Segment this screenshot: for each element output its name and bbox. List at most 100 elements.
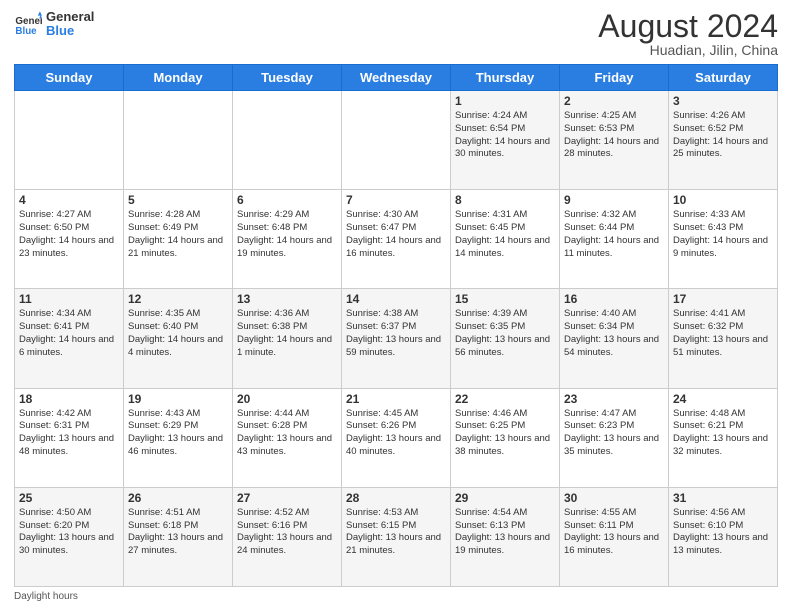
cell-content: Sunrise: 4:51 AM Sunset: 6:18 PM Dayligh… xyxy=(128,507,228,558)
cell-content: Sunrise: 4:38 AM Sunset: 6:37 PM Dayligh… xyxy=(346,308,446,359)
calendar-cell: 12 Sunrise: 4:35 AM Sunset: 6:40 PM Dayli… xyxy=(124,289,233,388)
calendar-cell: 7 Sunrise: 4:30 AM Sunset: 6:47 PM Daylig… xyxy=(342,190,451,289)
cell-content: Sunrise: 4:35 AM Sunset: 6:40 PM Dayligh… xyxy=(128,308,228,359)
cell-content: Sunrise: 4:26 AM Sunset: 6:52 PM Dayligh… xyxy=(673,110,773,161)
calendar-cell: 16Sunrise: 4:40 AM Sunset: 6:34 PM Dayli… xyxy=(560,289,669,388)
month-year: August 2024 xyxy=(598,10,778,42)
cell-content: Sunrise: 4:42 AM Sunset: 6:31 PM Dayligh… xyxy=(19,408,119,459)
logo: General Blue General Blue xyxy=(14,10,94,39)
calendar-header-cell: Monday xyxy=(124,65,233,91)
day-number: 1 xyxy=(455,94,555,108)
day-number: 7 xyxy=(346,193,446,207)
calendar-week-row: 4 Sunrise: 4:27 AM Sunset: 6:50 PM Daylig… xyxy=(15,190,778,289)
calendar-cell: 28 Sunrise: 4:53 AM Sunset: 6:15 PM Dayli… xyxy=(342,487,451,586)
calendar-header-cell: Saturday xyxy=(669,65,778,91)
cell-content: Sunrise: 4:39 AM Sunset: 6:35 PM Dayligh… xyxy=(455,308,555,359)
calendar-cell: 8 Sunrise: 4:31 AM Sunset: 6:45 PM Daylig… xyxy=(451,190,560,289)
day-number: 23 xyxy=(564,392,664,406)
day-number: 21 xyxy=(346,392,446,406)
calendar-week-row: 11Sunrise: 4:34 AM Sunset: 6:41 PM Dayli… xyxy=(15,289,778,388)
cell-content: Sunrise: 4:56 AM Sunset: 6:10 PM Dayligh… xyxy=(673,507,773,558)
footer: Daylight hours xyxy=(14,591,778,602)
calendar-header-cell: Tuesday xyxy=(233,65,342,91)
cell-content: Sunrise: 4:31 AM Sunset: 6:45 PM Dayligh… xyxy=(455,209,555,260)
calendar-header-row: SundayMondayTuesdayWednesdayThursdayFrid… xyxy=(15,65,778,91)
day-number: 12 xyxy=(128,292,228,306)
day-number: 30 xyxy=(564,491,664,505)
calendar-cell: 17Sunrise: 4:41 AM Sunset: 6:32 PM Dayli… xyxy=(669,289,778,388)
calendar-cell: 25 Sunrise: 4:50 AM Sunset: 6:20 PM Dayli… xyxy=(15,487,124,586)
calendar-week-row: 1 Sunrise: 4:24 AM Sunset: 6:54 PM Daylig… xyxy=(15,91,778,190)
day-number: 14 xyxy=(346,292,446,306)
calendar-cell xyxy=(233,91,342,190)
day-number: 29 xyxy=(455,491,555,505)
svg-text:Blue: Blue xyxy=(15,26,37,37)
day-number: 3 xyxy=(673,94,773,108)
day-number: 26 xyxy=(128,491,228,505)
calendar-cell: 24Sunrise: 4:48 AM Sunset: 6:21 PM Dayli… xyxy=(669,388,778,487)
day-number: 17 xyxy=(673,292,773,306)
location: Huadian, Jilin, China xyxy=(598,42,778,58)
day-number: 18 xyxy=(19,392,119,406)
calendar-cell xyxy=(342,91,451,190)
day-number: 8 xyxy=(455,193,555,207)
day-number: 28 xyxy=(346,491,446,505)
calendar-header-cell: Thursday xyxy=(451,65,560,91)
day-number: 20 xyxy=(237,392,337,406)
calendar-header-cell: Wednesday xyxy=(342,65,451,91)
day-number: 16 xyxy=(564,292,664,306)
calendar-cell: 11Sunrise: 4:34 AM Sunset: 6:41 PM Dayli… xyxy=(15,289,124,388)
day-number: 13 xyxy=(237,292,337,306)
calendar-cell: 10 Sunrise: 4:33 AM Sunset: 6:43 PM Dayli… xyxy=(669,190,778,289)
day-number: 27 xyxy=(237,491,337,505)
calendar-cell: 26 Sunrise: 4:51 AM Sunset: 6:18 PM Dayli… xyxy=(124,487,233,586)
calendar-week-row: 25 Sunrise: 4:50 AM Sunset: 6:20 PM Dayli… xyxy=(15,487,778,586)
day-number: 10 xyxy=(673,193,773,207)
logo-general: General xyxy=(46,10,94,24)
calendar-cell: 1 Sunrise: 4:24 AM Sunset: 6:54 PM Daylig… xyxy=(451,91,560,190)
calendar-cell: 15 Sunrise: 4:39 AM Sunset: 6:35 PM Dayli… xyxy=(451,289,560,388)
daylight-label: Daylight hours xyxy=(14,591,78,602)
calendar-cell: 19Sunrise: 4:43 AM Sunset: 6:29 PM Dayli… xyxy=(124,388,233,487)
cell-content: Sunrise: 4:53 AM Sunset: 6:15 PM Dayligh… xyxy=(346,507,446,558)
header: General Blue General Blue August 2024 Hu… xyxy=(14,10,778,58)
calendar-cell: 22Sunrise: 4:46 AM Sunset: 6:25 PM Dayli… xyxy=(451,388,560,487)
calendar-cell: 6Sunrise: 4:29 AM Sunset: 6:48 PM Daylig… xyxy=(233,190,342,289)
logo-icon: General Blue xyxy=(14,10,42,38)
cell-content: Sunrise: 4:52 AM Sunset: 6:16 PM Dayligh… xyxy=(237,507,337,558)
calendar-cell: 20Sunrise: 4:44 AM Sunset: 6:28 PM Dayli… xyxy=(233,388,342,487)
cell-content: Sunrise: 4:25 AM Sunset: 6:53 PM Dayligh… xyxy=(564,110,664,161)
day-number: 6 xyxy=(237,193,337,207)
calendar-cell xyxy=(15,91,124,190)
cell-content: Sunrise: 4:47 AM Sunset: 6:23 PM Dayligh… xyxy=(564,408,664,459)
calendar-cell: 31 Sunrise: 4:56 AM Sunset: 6:10 PM Dayli… xyxy=(669,487,778,586)
calendar-header-cell: Friday xyxy=(560,65,669,91)
calendar-header-cell: Sunday xyxy=(15,65,124,91)
title-block: August 2024 Huadian, Jilin, China xyxy=(598,10,778,58)
calendar-cell: 30Sunrise: 4:55 AM Sunset: 6:11 PM Dayli… xyxy=(560,487,669,586)
day-number: 31 xyxy=(673,491,773,505)
calendar-cell: 13 Sunrise: 4:36 AM Sunset: 6:38 PM Dayli… xyxy=(233,289,342,388)
page: General Blue General Blue August 2024 Hu… xyxy=(0,0,792,612)
calendar-cell: 27 Sunrise: 4:52 AM Sunset: 6:16 PM Dayli… xyxy=(233,487,342,586)
day-number: 25 xyxy=(19,491,119,505)
calendar-week-row: 18 Sunrise: 4:42 AM Sunset: 6:31 PM Dayli… xyxy=(15,388,778,487)
cell-content: Sunrise: 4:46 AM Sunset: 6:25 PM Dayligh… xyxy=(455,408,555,459)
cell-content: Sunrise: 4:45 AM Sunset: 6:26 PM Dayligh… xyxy=(346,408,446,459)
cell-content: Sunrise: 4:43 AM Sunset: 6:29 PM Dayligh… xyxy=(128,408,228,459)
day-number: 15 xyxy=(455,292,555,306)
day-number: 4 xyxy=(19,193,119,207)
cell-content: Sunrise: 4:24 AM Sunset: 6:54 PM Dayligh… xyxy=(455,110,555,161)
cell-content: Sunrise: 4:36 AM Sunset: 6:38 PM Dayligh… xyxy=(237,308,337,359)
cell-content: Sunrise: 4:50 AM Sunset: 6:20 PM Dayligh… xyxy=(19,507,119,558)
calendar-cell: 2Sunrise: 4:25 AM Sunset: 6:53 PM Daylig… xyxy=(560,91,669,190)
calendar-cell: 3 Sunrise: 4:26 AM Sunset: 6:52 PM Daylig… xyxy=(669,91,778,190)
cell-content: Sunrise: 4:33 AM Sunset: 6:43 PM Dayligh… xyxy=(673,209,773,260)
calendar-cell: 5Sunrise: 4:28 AM Sunset: 6:49 PM Daylig… xyxy=(124,190,233,289)
cell-content: Sunrise: 4:27 AM Sunset: 6:50 PM Dayligh… xyxy=(19,209,119,260)
cell-content: Sunrise: 4:48 AM Sunset: 6:21 PM Dayligh… xyxy=(673,408,773,459)
calendar-cell: 14 Sunrise: 4:38 AM Sunset: 6:37 PM Dayli… xyxy=(342,289,451,388)
day-number: 5 xyxy=(128,193,228,207)
cell-content: Sunrise: 4:30 AM Sunset: 6:47 PM Dayligh… xyxy=(346,209,446,260)
calendar-cell: 21 Sunrise: 4:45 AM Sunset: 6:26 PM Dayli… xyxy=(342,388,451,487)
